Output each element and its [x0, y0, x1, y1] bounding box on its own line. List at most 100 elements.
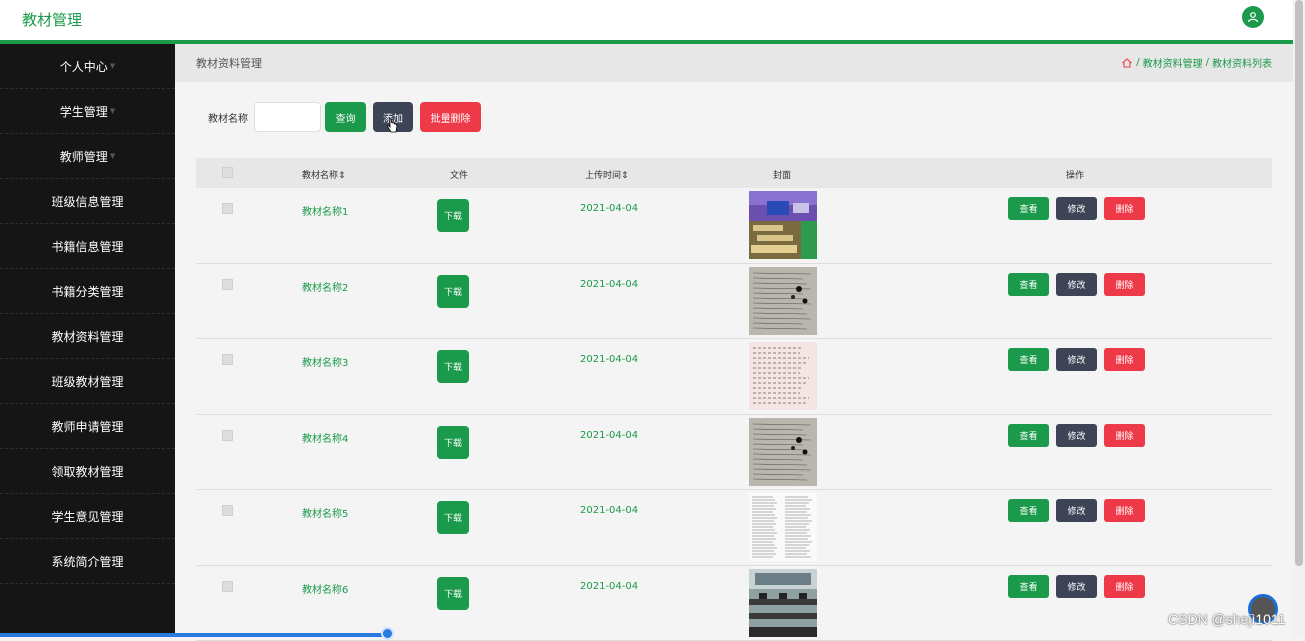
breadcrumb-sep: /	[1136, 57, 1139, 68]
chevron-down-icon: ▼	[110, 152, 115, 160]
sidebar-item[interactable]: 书籍信息管理	[0, 224, 175, 269]
sidebar-item[interactable]: 教师管理▼	[0, 134, 175, 179]
sidebar-item[interactable]: 系统简介管理	[0, 539, 175, 584]
breadcrumb-sep: /	[1206, 57, 1209, 68]
row-checkbox[interactable]	[222, 354, 233, 365]
hand-cursor-icon	[386, 118, 398, 134]
upload-date: 2021-04-04	[580, 505, 638, 516]
table-row: 教材名称4 下载 2021-04-04 查看 修改 删除	[196, 415, 1272, 491]
page-scrollbar[interactable]	[1293, 0, 1305, 637]
material-name: 教材名称5	[302, 505, 348, 520]
video-progress-bar[interactable]	[0, 633, 387, 637]
sidebar-item-label: 学生意见管理	[51, 508, 123, 525]
download-button[interactable]: 下载	[437, 199, 469, 232]
batch-delete-button[interactable]: 批量删除	[420, 102, 481, 132]
sidebar-item[interactable]: 教材资料管理	[0, 314, 175, 359]
chevron-down-icon: ▼	[110, 62, 115, 70]
sidebar-item[interactable]: 班级教材管理	[0, 359, 175, 404]
download-button[interactable]: 下载	[437, 275, 469, 308]
user-icon[interactable]	[1242, 6, 1264, 28]
sidebar-item[interactable]: 个人中心▼	[0, 44, 175, 89]
scrollbar-thumb[interactable]	[1295, 0, 1303, 566]
row-checkbox[interactable]	[222, 581, 233, 592]
main-content: 教材资料管理 / 教材资料管理 / 教材资料列表 教材名称 查询 添加 批量删除…	[175, 44, 1293, 637]
view-button[interactable]: 查看	[1008, 575, 1049, 598]
search-input[interactable]	[254, 102, 321, 132]
delete-button[interactable]: 删除	[1104, 499, 1145, 522]
sidebar-item-label: 教师申请管理	[51, 418, 123, 435]
edit-button[interactable]: 修改	[1056, 499, 1097, 522]
upload-date: 2021-04-04	[580, 279, 638, 290]
sidebar-item[interactable]: 教师申请管理	[0, 404, 175, 449]
delete-button[interactable]: 删除	[1104, 348, 1145, 371]
chevron-down-icon: ▼	[110, 107, 115, 115]
row-checkbox[interactable]	[222, 203, 233, 214]
delete-button[interactable]: 删除	[1104, 273, 1145, 296]
sidebar-item-label: 个人中心	[60, 58, 108, 75]
cover-image	[749, 569, 817, 637]
sidebar-item[interactable]: 领取教材管理	[0, 449, 175, 494]
upload-date: 2021-04-04	[580, 581, 638, 592]
sidebar-item-label: 班级信息管理	[51, 193, 123, 210]
delete-button[interactable]: 删除	[1104, 197, 1145, 220]
edit-button[interactable]: 修改	[1056, 348, 1097, 371]
table-row: 教材名称6 下载 2021-04-04 查看 修改 删除	[196, 566, 1272, 641]
download-button[interactable]: 下载	[437, 426, 469, 459]
breadcrumb-item-material-manage[interactable]: 教材资料管理	[1143, 55, 1203, 70]
app-title: 教材管理	[22, 9, 82, 30]
materials-table: 教材名称⇕ 文件 上传时间⇕ 封面 操作 教材名称1 下载 2021-04-04…	[196, 158, 1272, 641]
edit-button[interactable]: 修改	[1056, 575, 1097, 598]
sidebar-item-label: 书籍分类管理	[51, 283, 123, 300]
edit-button[interactable]: 修改	[1056, 197, 1097, 220]
header-cover: 封面	[773, 168, 791, 181]
sidebar-item[interactable]: 学生意见管理	[0, 494, 175, 539]
sort-icon: ⇕	[621, 171, 629, 181]
view-button[interactable]: 查看	[1008, 424, 1049, 447]
select-all-checkbox[interactable]	[222, 167, 233, 178]
download-button[interactable]: 下载	[437, 501, 469, 534]
progress-knob[interactable]	[381, 627, 394, 640]
sort-icon: ⇕	[338, 171, 346, 181]
search-label: 教材名称	[208, 110, 248, 125]
cover-image	[749, 342, 817, 410]
delete-button[interactable]: 删除	[1104, 424, 1145, 447]
download-button[interactable]: 下载	[437, 350, 469, 383]
edit-button[interactable]: 修改	[1056, 424, 1097, 447]
sidebar-item[interactable]: 学生管理▼	[0, 89, 175, 134]
top-header: 教材管理	[0, 0, 1293, 40]
cover-image	[749, 267, 817, 335]
breadcrumb-item-material-list: 教材资料列表	[1212, 55, 1272, 70]
sidebar-item[interactable]: 书籍分类管理	[0, 269, 175, 314]
material-name: 教材名称1	[302, 203, 348, 218]
sidebar-item-label: 学生管理	[60, 103, 108, 120]
material-name: 教材名称2	[302, 279, 348, 294]
row-checkbox[interactable]	[222, 505, 233, 516]
row-checkbox[interactable]	[222, 279, 233, 290]
sidebar-item-label: 班级教材管理	[51, 373, 123, 390]
header-upload-time[interactable]: 上传时间⇕	[585, 168, 629, 181]
table-header: 教材名称⇕ 文件 上传时间⇕ 封面 操作	[196, 158, 1272, 188]
query-button[interactable]: 查询	[325, 102, 366, 132]
header-actions: 操作	[1066, 168, 1084, 181]
sidebar-item[interactable]: 班级信息管理	[0, 179, 175, 224]
sidebar: 个人中心▼学生管理▼教师管理▼班级信息管理书籍信息管理书籍分类管理教材资料管理班…	[0, 44, 175, 637]
view-button[interactable]: 查看	[1008, 273, 1049, 296]
material-name: 教材名称4	[302, 430, 348, 445]
table-row: 教材名称3 下载 2021-04-04 查看 修改 删除	[196, 339, 1272, 415]
delete-button[interactable]: 删除	[1104, 575, 1145, 598]
home-icon[interactable]	[1121, 57, 1133, 69]
edit-button[interactable]: 修改	[1056, 273, 1097, 296]
view-button[interactable]: 查看	[1008, 348, 1049, 371]
breadcrumb: / 教材资料管理 / 教材资料列表	[1121, 55, 1272, 70]
header-file: 文件	[450, 168, 468, 181]
table-row: 教材名称1 下载 2021-04-04 查看 修改 删除	[196, 188, 1272, 264]
view-button[interactable]: 查看	[1008, 197, 1049, 220]
view-button[interactable]: 查看	[1008, 499, 1049, 522]
sidebar-item-label: 系统简介管理	[51, 553, 123, 570]
upload-date: 2021-04-04	[580, 430, 638, 441]
row-checkbox[interactable]	[222, 430, 233, 441]
download-button[interactable]: 下载	[437, 577, 469, 610]
header-name[interactable]: 教材名称⇕	[302, 168, 346, 181]
sidebar-item-label: 领取教材管理	[51, 463, 123, 480]
upload-date: 2021-04-04	[580, 354, 638, 365]
